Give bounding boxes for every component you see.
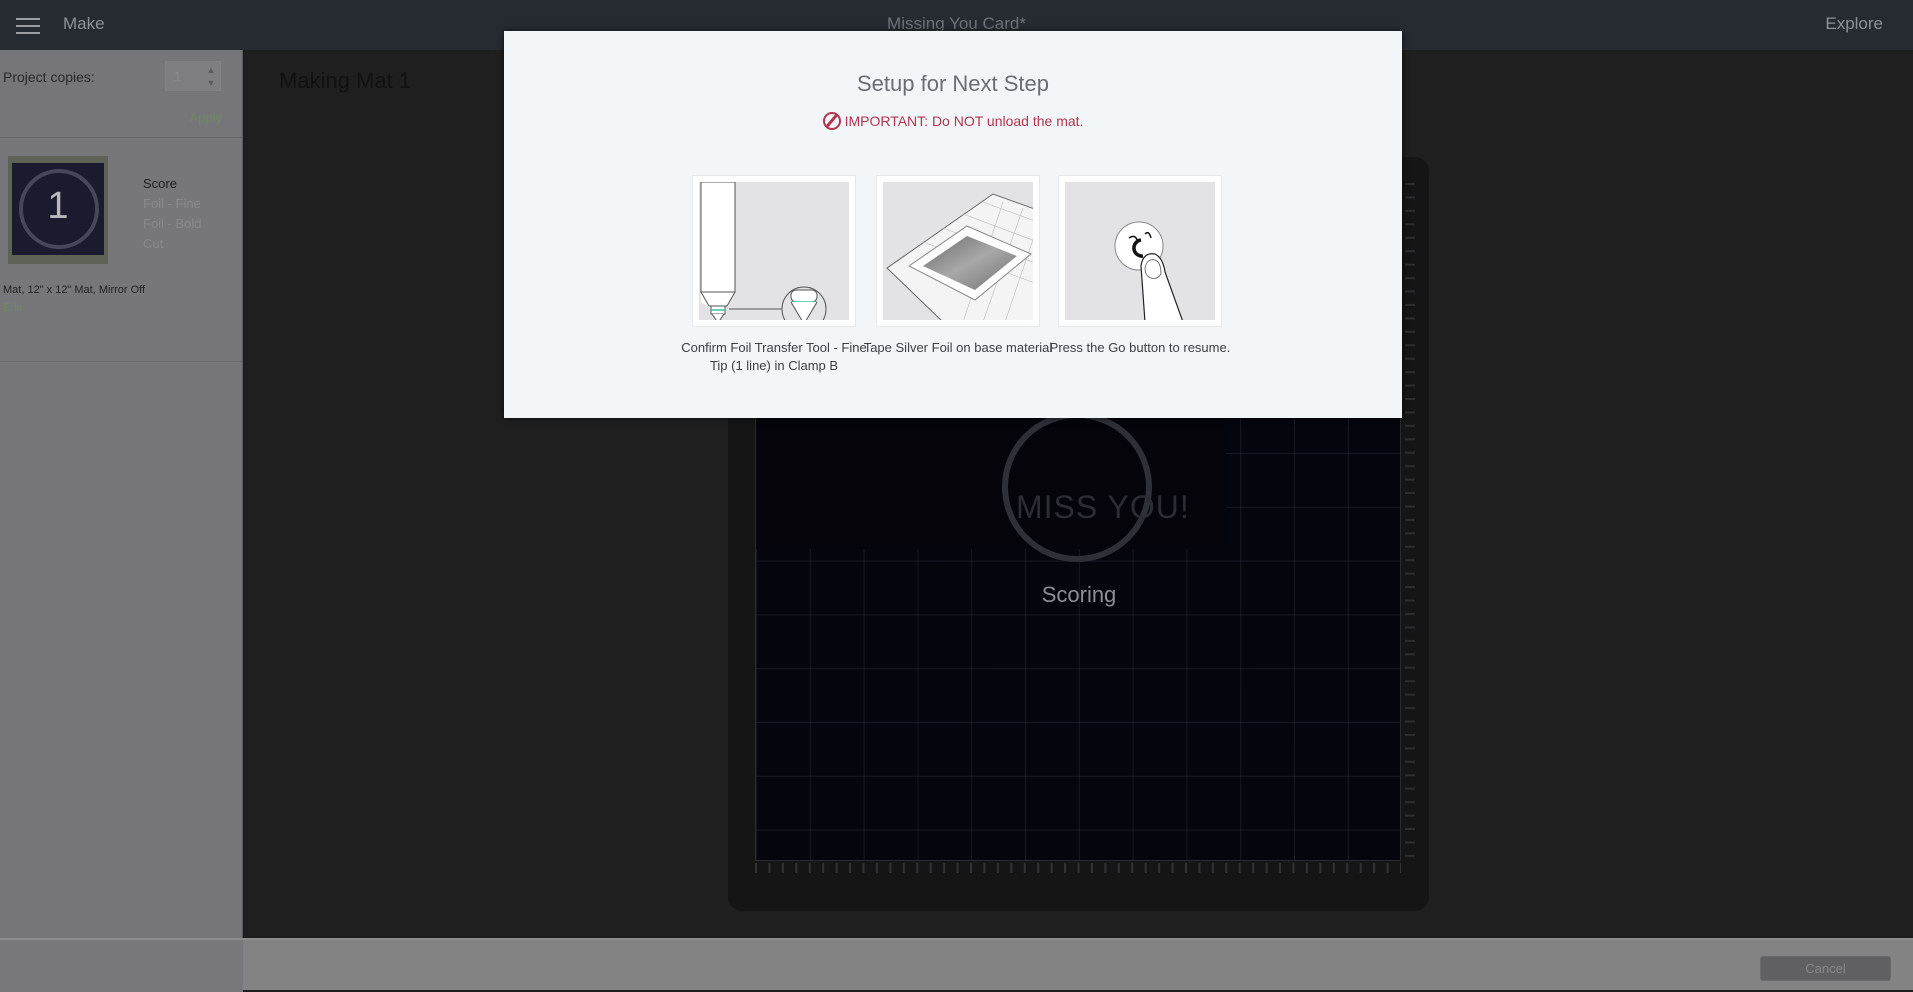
step-item: Confirm Foil Transfer Tool - Fine Tip (1… <box>679 175 869 375</box>
edit-mat-link[interactable]: Edit <box>3 302 22 314</box>
section-label: Make <box>63 14 105 33</box>
operation-cut: Cut <box>143 236 164 251</box>
project-copies-section: Project copies: 1 ▲ ▼ Apply <box>0 50 242 138</box>
step-item: Tape Silver Foil on base material <box>863 175 1053 357</box>
bottom-bar: Cancel <box>0 938 1913 992</box>
operations-list: Score Foil - Fine Foil - Bold Cut <box>143 174 202 254</box>
project-copies-value: 1 <box>174 68 182 84</box>
hamburger-menu-icon[interactable] <box>16 18 40 35</box>
dialog-title: Setup for Next Step <box>857 71 1049 96</box>
ruler-right <box>1405 183 1415 861</box>
silver-foil-on-mat-illustration <box>876 175 1040 327</box>
ruler-bottom <box>755 863 1401 873</box>
operation-foil-bold: Foil - Bold <box>143 216 202 231</box>
mat-list-item[interactable]: 1 Score Foil - Fine Foil - Bold Cut Mat,… <box>0 138 242 362</box>
step-item: Press the Go button to resume. <box>1045 175 1235 357</box>
no-entry-icon <box>822 112 841 130</box>
explore-link[interactable]: Explore <box>1825 14 1883 34</box>
step-caption: Confirm Foil Transfer Tool - Fine Tip (1… <box>681 340 867 373</box>
project-copies-label: Project copies: <box>3 69 95 85</box>
apply-button[interactable]: Apply <box>189 110 222 125</box>
design-text: MISS YOU! <box>1016 489 1190 525</box>
press-go-button-illustration <box>1058 175 1222 327</box>
left-panel: Project copies: 1 ▲ ▼ Apply 1 Score Foil… <box>0 50 243 938</box>
project-copies-input[interactable]: 1 ▲ ▼ <box>165 61 221 91</box>
bottom-bar-left <box>0 940 243 992</box>
mat-thumbnail[interactable]: 1 <box>8 156 108 264</box>
operation-foil-fine: Foil - Fine <box>143 196 201 211</box>
setup-next-step-dialog: Setup for Next Step IMPORTANT: Do NOT un… <box>504 31 1402 418</box>
step-caption: Tape Silver Foil on base material <box>863 340 1053 355</box>
progress-status: Scoring <box>1041 582 1117 607</box>
mat-number: 1 <box>47 185 69 227</box>
warning-message: IMPORTANT: Do NOT unload the mat. <box>504 112 1402 130</box>
making-mat-title: Making Mat 1 <box>279 68 412 93</box>
increment-arrow-icon[interactable]: ▲ <box>204 64 218 76</box>
warning-text: IMPORTANT: Do NOT unload the mat. <box>844 113 1084 129</box>
decrement-arrow-icon[interactable]: ▼ <box>204 77 218 89</box>
cancel-button[interactable]: Cancel <box>1760 956 1891 981</box>
step-caption: Press the Go button to resume. <box>1049 340 1231 355</box>
mat-description: Mat, 12" x 12" Mat, Mirror Off <box>3 284 146 296</box>
operation-score: Score <box>143 176 177 191</box>
foil-transfer-tool-illustration <box>692 175 856 327</box>
design-ring-shape <box>1002 412 1152 562</box>
